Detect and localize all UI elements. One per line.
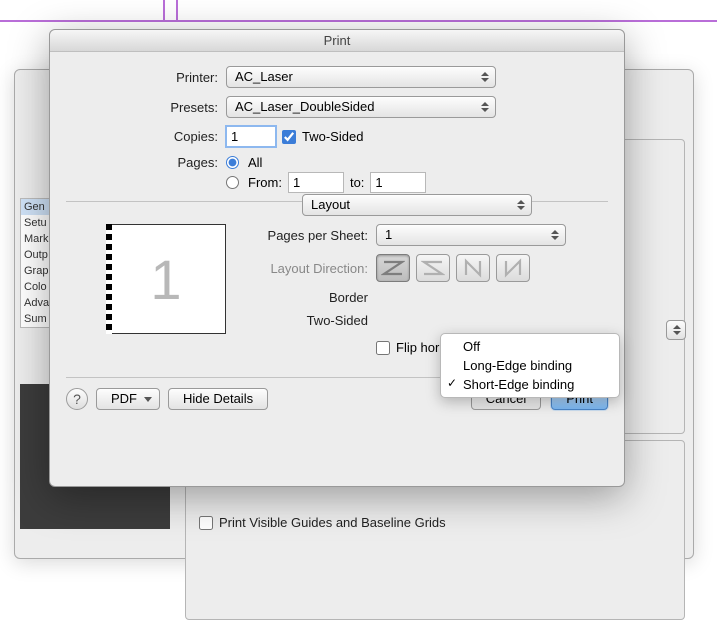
dropdown-triangle-icon xyxy=(144,397,152,402)
guide-vertical xyxy=(163,0,165,20)
section-value: Layout xyxy=(311,197,350,212)
print-visible-guides-checkbox[interactable] xyxy=(199,516,213,530)
layout-direction-s-icon[interactable] xyxy=(416,254,450,282)
guide-horizontal xyxy=(0,20,717,22)
pages-label: Pages: xyxy=(66,155,226,170)
page-layout-preview: 1 xyxy=(106,224,226,334)
binding-edge-icon xyxy=(106,224,112,334)
checkbox-label: Print Visible Guides and Baseline Grids xyxy=(219,515,446,530)
two-sided-checkbox[interactable] xyxy=(282,130,296,144)
copies-input[interactable] xyxy=(226,126,276,147)
pdf-menu-button[interactable]: PDF xyxy=(96,388,160,410)
pages-from-label: From: xyxy=(248,175,282,190)
pdf-button-label: PDF xyxy=(111,391,137,406)
printer-value: AC_Laser xyxy=(235,69,293,84)
dialog-title: Print xyxy=(50,30,624,52)
pages-to-label: to: xyxy=(350,175,364,190)
section-popup[interactable]: Layout xyxy=(302,194,532,216)
copies-label: Copies: xyxy=(66,129,226,144)
border-label: Border xyxy=(246,290,376,305)
guide-vertical xyxy=(176,0,178,20)
hide-details-button[interactable]: Hide Details xyxy=(168,388,268,410)
popup-arrows-icon xyxy=(548,227,562,243)
pages-to-input[interactable] xyxy=(370,172,426,193)
two-sided-label: Two-Sided xyxy=(302,129,363,144)
background-checkbox-row: Print Visible Guides and Baseline Grids xyxy=(199,515,446,530)
pages-per-sheet-value: 1 xyxy=(385,227,392,242)
layout-direction-label: Layout Direction: xyxy=(246,261,376,276)
print-dialog: Print Printer: AC_Laser Presets: AC_Lase… xyxy=(49,29,625,487)
menu-item-short-edge[interactable]: Short-Edge binding xyxy=(441,375,619,394)
pages-per-sheet-label: Pages per Sheet: xyxy=(246,228,376,243)
pages-per-sheet-popup[interactable]: 1 xyxy=(376,224,566,246)
two-sided-row-label: Two-Sided xyxy=(246,313,376,328)
help-button[interactable]: ? xyxy=(66,388,88,410)
printer-label: Printer: xyxy=(66,70,226,85)
flip-horizontally-checkbox[interactable] xyxy=(376,341,390,355)
preview-page-number: 1 xyxy=(150,247,181,312)
layout-direction-n-icon[interactable] xyxy=(456,254,490,282)
hide-details-label: Hide Details xyxy=(183,391,253,406)
menu-item-long-edge[interactable]: Long-Edge binding xyxy=(441,356,619,375)
background-popup[interactable] xyxy=(666,320,686,340)
layout-direction-n2-icon[interactable] xyxy=(496,254,530,282)
layout-direction-z-icon[interactable] xyxy=(376,254,410,282)
pages-from-radio[interactable] xyxy=(226,176,239,189)
popup-arrows-icon xyxy=(514,197,528,213)
pages-all-radio[interactable] xyxy=(226,156,239,169)
presets-popup[interactable]: AC_Laser_DoubleSided xyxy=(226,96,496,118)
printer-popup[interactable]: AC_Laser xyxy=(226,66,496,88)
popup-arrows-icon xyxy=(478,99,492,115)
popup-arrows-icon xyxy=(478,69,492,85)
two-sided-menu[interactable]: Off Long-Edge binding Short-Edge binding xyxy=(440,333,620,398)
presets-value: AC_Laser_DoubleSided xyxy=(235,99,374,114)
menu-item-off[interactable]: Off xyxy=(441,337,619,356)
presets-label: Presets: xyxy=(66,100,226,115)
pages-all-label: All xyxy=(248,155,262,170)
pages-from-input[interactable] xyxy=(288,172,344,193)
